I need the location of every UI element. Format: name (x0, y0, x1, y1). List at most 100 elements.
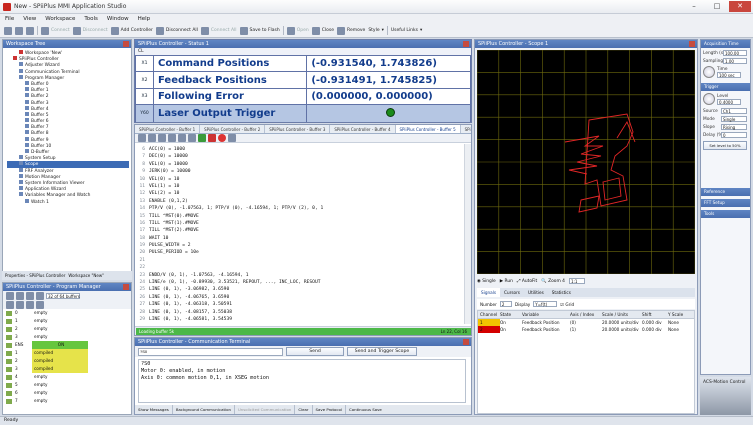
panel-close-icon[interactable] (463, 339, 469, 345)
disconnect-all-button[interactable]: Disconnect All (155, 26, 198, 35)
terminal-command-input[interactable] (138, 347, 283, 356)
signal-row[interactable]: 1 On Feedback Position (0) 20.0000 units/div… (478, 319, 694, 326)
buffer-row[interactable]: ENS ON (6, 341, 131, 349)
zoom-ratio-field[interactable]: 1:1 (568, 278, 585, 284)
time-field[interactable]: 100 sec (717, 71, 741, 78)
tab-signals[interactable]: Signals (477, 288, 501, 297)
new-icon[interactable] (4, 26, 12, 35)
slope-select[interactable]: Rising (721, 124, 747, 130)
level-knob-icon[interactable] (703, 93, 715, 105)
stop-icon[interactable] (16, 291, 24, 300)
buffer-row[interactable]: 0 empty (6, 309, 131, 317)
background-comm-tab[interactable]: Background Communication (173, 405, 235, 414)
autofit-button[interactable]: ⤢ AutoFit (517, 278, 537, 284)
buffer-row[interactable]: 2 compiled (6, 357, 131, 365)
menu-view[interactable]: View (23, 14, 36, 24)
menu-tools[interactable]: Tools (84, 14, 98, 24)
style-dropdown[interactable]: Style ▾ (368, 28, 384, 33)
open-button[interactable]: Open (286, 26, 309, 35)
mode-select[interactable]: Single (721, 116, 747, 122)
panel-close-icon[interactable] (689, 41, 695, 47)
buffer-row[interactable]: 2 empty (6, 325, 131, 333)
source-select[interactable]: Ch1 (721, 108, 747, 114)
connect-button[interactable]: Connect (41, 26, 70, 35)
reference-section[interactable]: Reference (701, 188, 750, 196)
sampling-field[interactable]: 1.00 (723, 58, 747, 64)
unsolicited-comm-tab[interactable]: Unsolicited Communication (235, 405, 296, 414)
buffer-count-field[interactable]: 32 of 64 buffers (46, 292, 80, 299)
print-icon[interactable] (36, 300, 44, 309)
refresh-icon[interactable] (36, 291, 44, 300)
set-level-button[interactable]: Set level to 50% (703, 141, 747, 150)
buffer-row[interactable]: 1 empty (6, 317, 131, 325)
find-icon[interactable] (228, 134, 236, 142)
disconnect-button[interactable]: Disconnect (72, 26, 108, 35)
editor-tab[interactable]: SPiiPlus Controller - Buffer 5 (395, 125, 461, 133)
signal-row[interactable]: 2 On Feedback Position (1) 20.0000 units/div… (478, 326, 694, 333)
single-button[interactable]: ◉ Single (477, 279, 496, 284)
send-button[interactable]: Send (286, 347, 344, 356)
tab-utilities[interactable]: Utilities (524, 288, 548, 297)
code-area[interactable]: 6 ACC(0) = 1000 7 DEC(0) = 10000 8 VEL(0) = 1… (135, 144, 465, 324)
undo-icon[interactable] (138, 134, 146, 142)
run-icon[interactable] (198, 134, 206, 142)
maximize-button[interactable]: □ (706, 1, 728, 12)
level-field[interactable]: 0.4000 (717, 98, 741, 105)
menu-window[interactable]: Window (107, 14, 129, 24)
upload-icon[interactable] (6, 300, 14, 309)
cut-icon[interactable] (158, 134, 166, 142)
buffer-row[interactable]: 5 empty (6, 381, 131, 389)
delay-field[interactable]: 0 (721, 132, 747, 138)
tools-section[interactable]: Tools (701, 210, 750, 218)
editor-tab[interactable]: SPiiPlus Controller - Buffer 4 (330, 125, 396, 133)
continuous-save-button[interactable]: Continuous Save (346, 405, 385, 414)
menu-workspace[interactable]: Workspace (45, 14, 75, 24)
tab-statistics[interactable]: Statistics (548, 288, 575, 297)
time-knob-icon[interactable] (703, 66, 715, 78)
save-protocol-button[interactable]: Save Protocol (313, 405, 347, 414)
editor-tab[interactable]: SPiiPlus Controller - D-Buffer (460, 125, 471, 133)
length-field[interactable]: 100.00 (723, 50, 747, 56)
buffer-row[interactable]: 3 empty (6, 333, 131, 341)
buffer-row[interactable]: 1 compiled (6, 349, 131, 357)
panel-close-icon[interactable] (463, 41, 469, 47)
tab-properties[interactable]: Properties - SPiiPlus Controller (5, 271, 65, 280)
connect-all-button[interactable]: Connect All (200, 26, 237, 35)
buffer-row[interactable]: 7 empty (6, 397, 131, 405)
buffer-row[interactable]: 6 empty (6, 389, 131, 397)
redo-icon[interactable] (148, 134, 156, 142)
save-to-flash-button[interactable]: Save to Flash (239, 26, 280, 35)
fft-setup-section[interactable]: FFT Setup (701, 199, 750, 207)
show-messages-tab[interactable]: Show Messages (135, 405, 173, 414)
send-trigger-scope-button[interactable]: Send and Trigger Scope (347, 347, 417, 356)
zoom-button[interactable]: 🔍 Zoom 4 (541, 279, 565, 284)
editor-tab[interactable]: SPiiPlus Controller - Buffer 3 (265, 125, 331, 133)
editor-tab[interactable]: SPiiPlus Controller - Buffer 2 (200, 125, 266, 133)
useful-links-dropdown[interactable]: Useful Links ▾ (391, 28, 422, 33)
editor-tab[interactable]: SPiiPlus Controller - Buffer 1 (135, 125, 201, 133)
number-field[interactable]: 2 (499, 301, 512, 307)
close-button[interactable]: Close (311, 26, 334, 35)
save-icon[interactable] (26, 26, 34, 35)
compile-icon[interactable] (26, 291, 34, 300)
tab-workspace[interactable]: Workspace "New" (68, 271, 104, 280)
menu-file[interactable]: File (5, 14, 14, 24)
download-icon[interactable] (16, 300, 24, 309)
minimize-button[interactable]: – (683, 1, 705, 12)
menu-help[interactable]: Help (138, 14, 151, 24)
paste-icon[interactable] (178, 134, 186, 142)
grid-toggle[interactable]: ☑ Grid (560, 302, 574, 307)
tab-cursors[interactable]: Cursors (500, 288, 524, 297)
remove-button[interactable]: Remove (337, 26, 365, 35)
run-icon[interactable] (6, 291, 14, 300)
panel-close-icon[interactable] (123, 41, 129, 47)
stop-icon[interactable] (208, 134, 216, 142)
open-icon[interactable] (15, 26, 23, 35)
compile-icon[interactable] (188, 134, 196, 142)
buffer-row[interactable]: 4 empty (6, 373, 131, 381)
scope-display[interactable] (476, 49, 696, 275)
save-icon[interactable] (26, 300, 34, 309)
close-window-button[interactable]: ✕ (729, 1, 751, 12)
buffer-row[interactable]: 3 compiled (6, 365, 131, 373)
tree-item[interactable]: Watch 1 (7, 198, 129, 205)
